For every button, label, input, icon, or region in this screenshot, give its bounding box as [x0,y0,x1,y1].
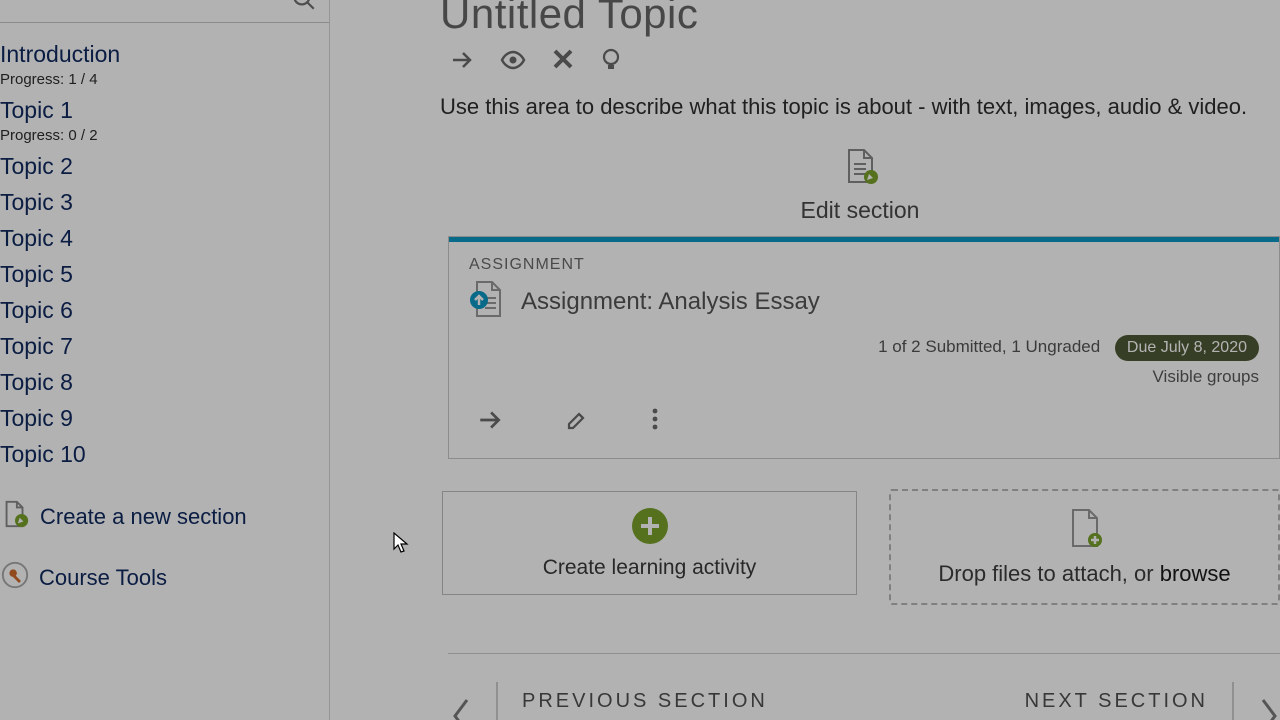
assignment-submitted: 1 of 2 Submitted, 1 Ungraded [878,337,1100,356]
assignment-card: ASSIGNMENT Assignment: Analysis Essay [448,236,1280,459]
assignment-icon [469,280,505,323]
browse-link[interactable]: browse [1160,561,1231,586]
divider [1232,682,1234,720]
create-section-label: Create a new section [40,504,247,530]
page-title: Untitled Topic [440,0,1280,38]
sidebar-item-label: Topic 2 [0,153,329,180]
sidebar-item-label: Topic 8 [0,369,329,396]
sidebar-item-topic2[interactable]: Topic 2 [0,149,329,185]
course-tools-button[interactable]: Course Tools [0,534,329,595]
sidebar-item-progress: Progress: 0 / 2 [0,127,329,144]
drop-files-area[interactable]: Drop files to attach, or browse [889,489,1280,605]
edit-icon[interactable] [565,407,589,438]
assignment-kind: ASSIGNMENT [469,256,1259,274]
sidebar-item-topic5[interactable]: Topic 5 [0,257,329,293]
sidebar-item-label: Topic 1 [0,97,329,124]
lightbulb-icon[interactable] [600,48,622,72]
sidebar-item-label: Topic 6 [0,297,329,324]
edit-section-label: Edit section [440,197,1280,224]
sidebar-item-topic6[interactable]: Topic 6 [0,293,329,329]
sidebar-item-topic4[interactable]: Topic 4 [0,221,329,257]
divider [496,682,498,720]
previous-section-button[interactable]: PREVIOUS SECTION Topic 1 [450,682,768,720]
drop-files-label: Drop files to attach, or browse [938,561,1230,587]
previous-section-topic: Topic 1 [522,713,768,720]
eye-icon[interactable] [500,48,526,72]
more-menu-icon[interactable] [651,407,659,438]
file-add-icon [1067,508,1103,553]
sidebar-divider [0,22,329,23]
edit-section-button[interactable]: Edit section [440,120,1280,236]
sidebar-item-topic1[interactable]: Topic 1 Progress: 0 / 2 [0,93,329,149]
sidebar-item-topic3[interactable]: Topic 3 [0,185,329,221]
plus-circle-icon [631,507,669,550]
topic-description: Use this area to describe what this topi… [440,80,1280,120]
assignment-due-badge: Due July 8, 2020 [1115,335,1259,361]
sidebar-item-label: Topic 7 [0,333,329,360]
topic-toolbar [440,38,1280,80]
next-section-topic: Topic 3 [1025,713,1208,720]
sidebar-item-progress: Progress: 1 / 4 [0,71,329,88]
next-section-label: NEXT SECTION [1025,690,1208,713]
main-content: Untitled Topic Use this area to describe… [330,0,1280,720]
sidebar-item-introduction[interactable]: Introduction Progress: 1 / 4 [0,37,329,93]
drop-files-text: Drop files to attach, or [938,561,1159,586]
close-icon[interactable] [552,48,574,72]
new-section-icon [0,499,30,534]
sidebar-item-label: Topic 5 [0,261,329,288]
chevron-right-icon [1258,696,1280,720]
previous-section-label: PREVIOUS SECTION [522,690,768,713]
create-section-button[interactable]: Create a new section [0,473,329,534]
sidebar-item-label: Topic 4 [0,225,329,252]
course-tools-label: Course Tools [39,565,167,591]
next-section-button[interactable]: NEXT SECTION Topic 3 [1025,682,1280,720]
sidebar-item-label: Topic 9 [0,405,329,432]
assignment-title[interactable]: Assignment: Analysis Essay [521,288,820,316]
chevron-left-icon [450,696,472,720]
assignment-visible-groups: Visible groups [469,361,1259,387]
sidebar-item-label: Topic 10 [0,441,329,468]
sidebar-item-label: Topic 3 [0,189,329,216]
sidebar-item-label: Introduction [0,41,329,68]
course-tools-icon [0,560,30,595]
sidebar: Introduction Progress: 1 / 4 Topic 1 Pro… [0,0,330,720]
sidebar-item-topic10[interactable]: Topic 10 [0,437,329,473]
sidebar-item-topic9[interactable]: Topic 9 [0,401,329,437]
create-learning-activity-label: Create learning activity [543,556,757,580]
sidebar-item-topic7[interactable]: Topic 7 [0,329,329,365]
arrow-right-icon[interactable] [477,407,503,438]
arrow-right-icon[interactable] [450,48,474,72]
create-learning-activity-button[interactable]: Create learning activity [442,491,857,595]
edit-section-icon [840,173,880,190]
sidebar-item-topic8[interactable]: Topic 8 [0,365,329,401]
